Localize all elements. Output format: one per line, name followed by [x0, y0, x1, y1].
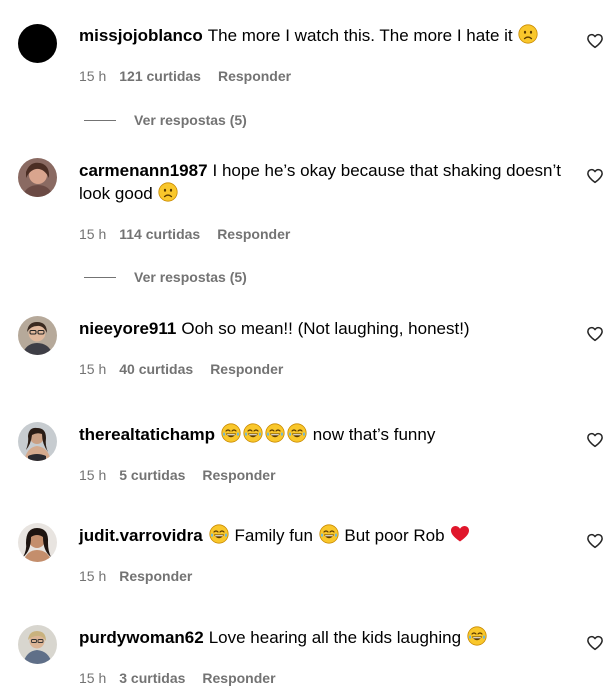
laughing-face-emoji-icon: [209, 524, 229, 544]
comment-text-block: judit.varrovidra Family fun But poor Rob: [79, 524, 569, 547]
comment-text: Love hearing all the kids laughing: [208, 628, 462, 647]
view-replies-button[interactable]: Ver respostas (5): [84, 112, 247, 128]
red-heart-emoji-icon: [450, 524, 470, 544]
comment-text: But poor Rob: [344, 526, 445, 545]
like-heart-icon[interactable]: [586, 32, 604, 50]
laughing-face-emoji-icon: [467, 626, 487, 646]
avatar-image: [18, 158, 57, 197]
laughing-face-emoji-icon: [221, 423, 241, 443]
likes-count[interactable]: 5 curtidas: [119, 467, 185, 483]
view-replies-button[interactable]: Ver respostas (5): [84, 269, 247, 285]
likes-count[interactable]: 114 curtidas: [119, 226, 200, 242]
username-link[interactable]: carmenann1987: [79, 161, 208, 180]
comment-time: 15 h: [79, 670, 107, 686]
comment-text-block: missjojoblanco The more I watch this. The…: [79, 24, 569, 47]
avatar-image: [18, 625, 57, 664]
comment-text-block: nieeyore911 Ooh so mean!! (Not laughing, …: [79, 317, 569, 340]
avatar-image: [18, 422, 57, 461]
sad-face-emoji-icon: [158, 182, 178, 202]
comment-text: Family fun: [234, 526, 313, 545]
replies-divider: [84, 119, 116, 121]
username-link[interactable]: purdywoman62: [79, 628, 204, 647]
avatar[interactable]: [18, 422, 57, 461]
avatar-image: [18, 523, 57, 562]
comment-text: Ooh so mean!! (Not laughing, honest!): [181, 319, 470, 338]
comment-time: 15 h: [79, 226, 107, 242]
comment-meta: 15 h 114 curtidas Responder: [79, 226, 307, 242]
comment-text: The more I watch this. The more I hate i…: [207, 26, 513, 45]
reply-button[interactable]: Responder: [217, 226, 290, 242]
likes-count[interactable]: 40 curtidas: [119, 361, 193, 377]
avatar[interactable]: [18, 316, 57, 355]
comment-text-block: carmenann1987 I hope he’s okay because th…: [79, 159, 569, 205]
reply-button[interactable]: Responder: [210, 361, 283, 377]
like-heart-icon[interactable]: [586, 532, 604, 550]
like-heart-icon[interactable]: [586, 167, 604, 185]
comment-meta: 15 h 3 curtidas Responder: [79, 670, 293, 686]
comment-meta: 15 h Responder: [79, 568, 209, 584]
username-link[interactable]: missjojoblanco: [79, 26, 203, 45]
comment-meta: 15 h 5 curtidas Responder: [79, 467, 293, 483]
comment-meta: 15 h 121 curtidas Responder: [79, 68, 308, 84]
comment-time: 15 h: [79, 361, 107, 377]
avatar[interactable]: [18, 158, 57, 197]
comment-text: now that’s funny: [312, 425, 436, 444]
view-replies-label: Ver respostas (5): [134, 269, 247, 285]
username-link[interactable]: nieeyore911: [79, 319, 176, 338]
likes-count[interactable]: 121 curtidas: [119, 68, 201, 84]
like-heart-icon[interactable]: [586, 431, 604, 449]
avatar[interactable]: [18, 523, 57, 562]
reply-button[interactable]: Responder: [202, 467, 275, 483]
like-heart-icon[interactable]: [586, 325, 604, 343]
reply-button[interactable]: Responder: [119, 568, 192, 584]
comment-text-block: therealtatichamp now that’s funny: [79, 423, 569, 446]
laughing-face-emoji-icon: [243, 423, 263, 443]
comment-text-block: purdywoman62 Love hearing all the kids la…: [79, 626, 569, 649]
comment-meta: 15 h 40 curtidas Responder: [79, 361, 300, 377]
view-replies-label: Ver respostas (5): [134, 112, 247, 128]
like-heart-icon[interactable]: [586, 634, 604, 652]
replies-divider: [84, 276, 116, 278]
avatar[interactable]: [18, 625, 57, 664]
username-link[interactable]: judit.varrovidra: [79, 526, 203, 545]
laughing-face-emoji-icon: [319, 524, 339, 544]
comment-time: 15 h: [79, 467, 107, 483]
laughing-face-emoji-icon: [287, 423, 307, 443]
likes-count[interactable]: 3 curtidas: [119, 670, 185, 686]
comment-time: 15 h: [79, 568, 107, 584]
avatar[interactable]: [18, 24, 57, 63]
reply-button[interactable]: Responder: [218, 68, 291, 84]
laughing-face-emoji-icon: [265, 423, 285, 443]
username-link[interactable]: therealtatichamp: [79, 425, 215, 444]
sad-face-emoji-icon: [518, 24, 538, 44]
avatar-image: [18, 316, 57, 355]
comment-time: 15 h: [79, 68, 107, 84]
reply-button[interactable]: Responder: [202, 670, 275, 686]
